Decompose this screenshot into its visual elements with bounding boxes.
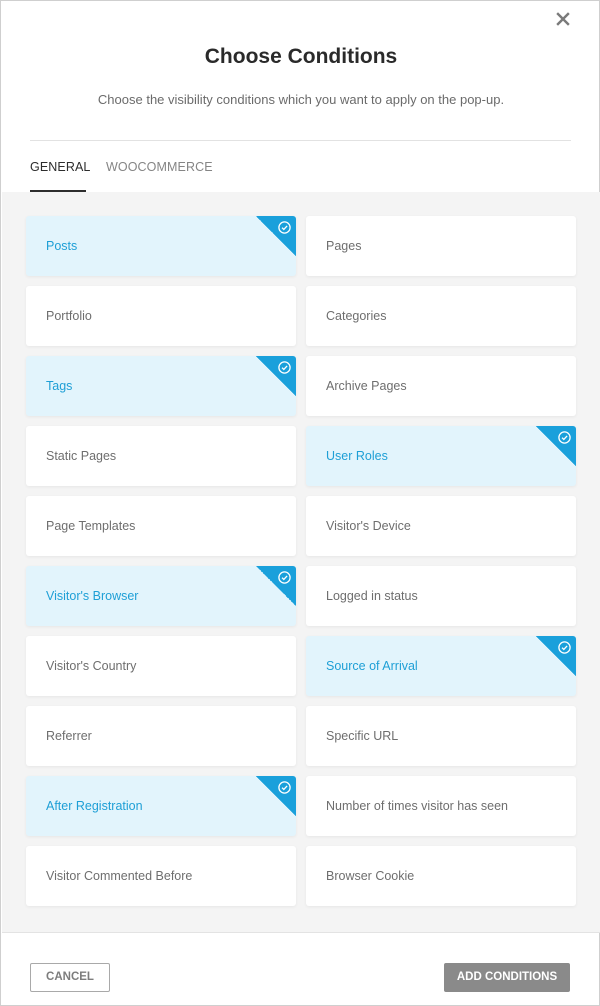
condition-card-archive-pages[interactable]: Archive Pages bbox=[306, 356, 576, 416]
condition-label: Posts bbox=[46, 239, 78, 253]
dialog-title: Choose Conditions bbox=[204, 45, 398, 68]
condition-label: Static Pages bbox=[46, 449, 117, 463]
condition-card-source-of-arrival[interactable]: Source of Arrival bbox=[306, 636, 576, 696]
condition-card-portfolio[interactable]: Portfolio bbox=[26, 286, 296, 346]
condition-label: Browser Cookie bbox=[326, 869, 415, 883]
condition-label: Logged in status bbox=[326, 589, 418, 603]
check-icon bbox=[278, 781, 291, 794]
check-icon bbox=[558, 431, 571, 444]
condition-label: Number of times visitor has seen bbox=[326, 799, 509, 813]
condition-label: Portfolio bbox=[46, 309, 92, 323]
condition-label: Source of Arrival bbox=[326, 659, 418, 673]
condition-card-static-pages[interactable]: Static Pages bbox=[26, 426, 296, 486]
condition-label: User Roles bbox=[326, 449, 388, 463]
condition-label: Visitor's Browser bbox=[46, 589, 139, 603]
condition-label: Pages bbox=[326, 239, 362, 253]
condition-card-page-templates[interactable]: Page Templates bbox=[26, 496, 296, 556]
footer-divider bbox=[2, 932, 600, 933]
condition-label: Visitor's Country bbox=[46, 659, 137, 673]
dialog-subtitle: Choose the visibility conditions which y… bbox=[97, 92, 505, 107]
condition-label: Archive Pages bbox=[326, 379, 407, 393]
condition-card-categories[interactable]: Categories bbox=[306, 286, 576, 346]
condition-label: Tags bbox=[46, 379, 73, 393]
condition-card-visitor-commented-before[interactable]: Visitor Commented Before bbox=[26, 846, 296, 906]
check-icon bbox=[558, 641, 571, 654]
conditions-panel: Posts Pages Portfolio Categories Tags Archive… bbox=[2, 192, 600, 932]
header-divider bbox=[30, 140, 571, 141]
check-icon bbox=[278, 571, 291, 584]
condition-card-pages[interactable]: Pages bbox=[306, 216, 576, 276]
condition-card-after-registration[interactable]: After Registration bbox=[26, 776, 296, 836]
condition-card-posts[interactable]: Posts bbox=[26, 216, 296, 276]
condition-card-number-of-times-visitor-has-seen[interactable]: Number of times visitor has seen bbox=[306, 776, 576, 836]
condition-card-visitor-s-browser[interactable]: Visitor's Browser bbox=[26, 566, 296, 626]
choose-conditions-dialog: Choose Conditions Choose the visibility … bbox=[0, 0, 600, 1006]
cancel-button[interactable]: CANCEL bbox=[30, 963, 110, 992]
add-conditions-button[interactable]: ADD CONDITIONS bbox=[444, 963, 570, 992]
close-icon bbox=[556, 12, 570, 26]
condition-label: Visitor's Device bbox=[326, 519, 411, 533]
condition-card-browser-cookie[interactable]: Browser Cookie bbox=[306, 846, 576, 906]
condition-card-logged-in-status[interactable]: Logged in status bbox=[306, 566, 576, 626]
condition-card-visitor-s-country[interactable]: Visitor's Country bbox=[26, 636, 296, 696]
condition-card-specific-url[interactable]: Specific URL bbox=[306, 706, 576, 766]
check-icon bbox=[278, 221, 291, 234]
close-button[interactable] bbox=[554, 10, 572, 28]
tab-woocommerce[interactable]: WOOCOMMERCE bbox=[106, 142, 213, 192]
condition-label: Visitor Commented Before bbox=[46, 869, 193, 883]
check-icon bbox=[278, 361, 291, 374]
condition-card-visitor-s-device[interactable]: Visitor's Device bbox=[306, 496, 576, 556]
condition-card-referrer[interactable]: Referrer bbox=[26, 706, 296, 766]
condition-label: Page Templates bbox=[46, 519, 136, 533]
condition-label: Specific URL bbox=[326, 729, 399, 743]
condition-card-tags[interactable]: Tags bbox=[26, 356, 296, 416]
tab-general[interactable]: GENERAL bbox=[30, 142, 90, 192]
condition-label: After Registration bbox=[46, 799, 143, 813]
condition-label: Categories bbox=[326, 309, 387, 323]
condition-label: Referrer bbox=[46, 729, 92, 743]
condition-card-user-roles[interactable]: User Roles bbox=[306, 426, 576, 486]
